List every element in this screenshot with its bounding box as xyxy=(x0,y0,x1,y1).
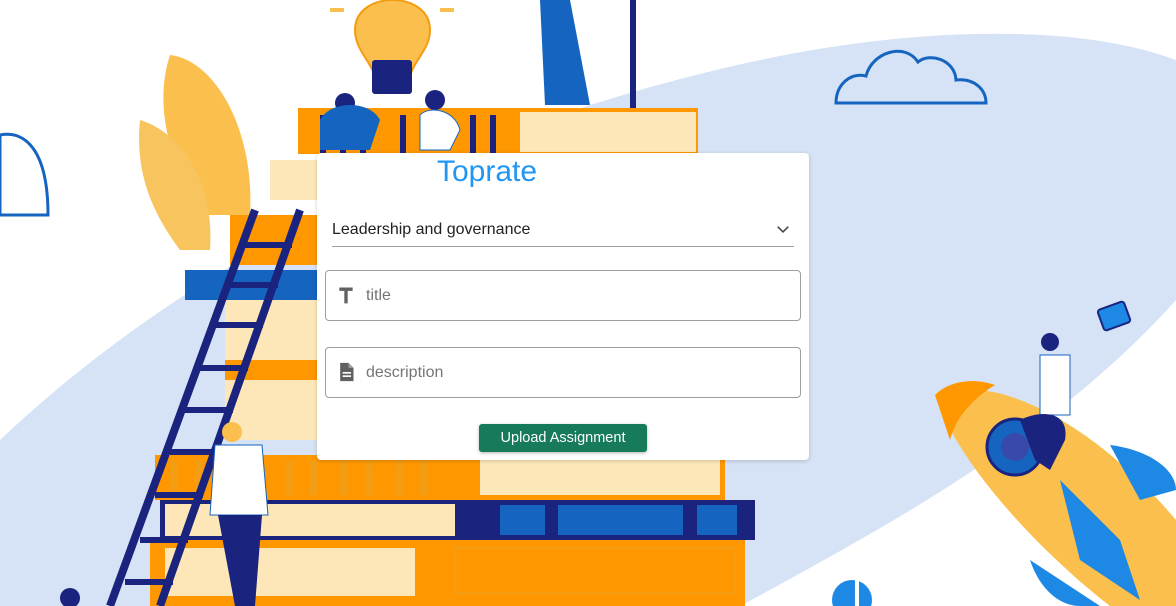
planet-icon xyxy=(832,580,872,606)
person-head xyxy=(222,422,242,442)
person-body xyxy=(1039,354,1071,416)
title-input[interactable] xyxy=(364,271,788,320)
book xyxy=(270,160,318,200)
cloud-left-icon xyxy=(0,132,50,217)
description-field[interactable] xyxy=(325,347,801,398)
chevron-down-icon xyxy=(777,226,789,233)
document-icon xyxy=(340,362,354,382)
category-select[interactable]: Leadership and governance xyxy=(332,213,794,247)
assignment-form-card: Toprate Leadership and governance Upload… xyxy=(317,153,809,460)
text-format-icon xyxy=(339,287,353,304)
brand-title: Toprate xyxy=(437,155,538,188)
category-select-value: Leadership and governance xyxy=(332,221,531,238)
upload-assignment-button[interactable]: Upload Assignment xyxy=(479,424,647,452)
description-input[interactable] xyxy=(364,348,788,397)
title-field[interactable] xyxy=(325,270,801,321)
